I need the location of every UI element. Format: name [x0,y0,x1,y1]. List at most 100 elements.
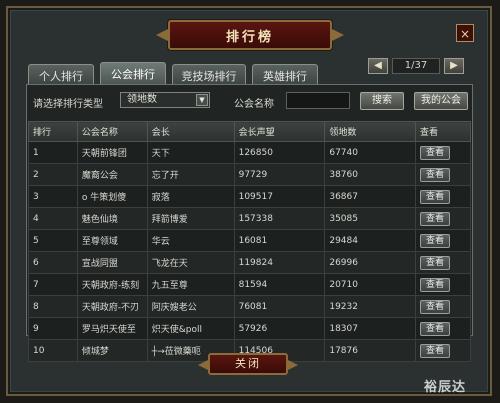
search-button[interactable]: 搜索 [360,92,404,110]
view-button[interactable]: 查看 [420,343,451,358]
cell-view: 查看 [415,317,471,340]
my-guild-button[interactable]: 我的公会 [414,92,468,110]
cell-guild-name: 天朝政府-练刻 [76,273,148,296]
view-button[interactable]: 查看 [420,299,451,314]
cell-guild-name: 魅色仙境 [76,207,148,230]
cell-prestige: 109517 [233,185,326,208]
cell-rank: 6 [28,251,78,274]
cell-prestige: 157338 [233,207,326,230]
rank-type-value: 领地数 [127,94,157,105]
view-button[interactable]: 查看 [420,189,451,204]
pager: ◀ 1/37 ▶ [368,58,466,76]
cell-land-count: 18307 [324,317,417,340]
guild-name-label: 公会名称 [234,99,274,110]
cell-guild-name: 魔裔公会 [76,163,148,186]
cell-guild-name: 天朝前锋团 [76,141,148,164]
cell-leader: 九五至尊 [146,273,235,296]
cell-prestige: 119824 [233,251,326,274]
header-rank: 排行 [28,121,78,142]
cell-view: 查看 [415,207,471,230]
view-button[interactable]: 查看 [420,277,451,292]
cell-rank: 7 [28,273,78,296]
cell-land-count: 26996 [324,251,417,274]
tab-label: 个人排行 [39,70,83,83]
tab-arena-ranking[interactable]: 竞技场排行 [172,64,246,84]
tab-label: 竞技场排行 [181,70,237,83]
cell-rank: 2 [28,163,78,186]
cell-land-count: 36867 [324,185,417,208]
cell-land-count: 17876 [324,339,417,362]
cell-prestige: 126850 [233,141,326,164]
tab-guild-ranking[interactable]: 公会排行 [100,62,166,84]
cell-view: 查看 [415,251,471,274]
view-button[interactable]: 查看 [420,233,451,248]
cell-view: 查看 [415,163,471,186]
table-row: 3 o 牛策划傻 寂落 109517 36867 查看 [28,185,471,208]
header-view: 查看 [415,121,471,142]
cell-prestige: 16081 [233,229,326,252]
guild-name-input[interactable] [286,92,350,109]
cell-land-count: 19232 [324,295,417,318]
cell-view: 查看 [415,339,471,362]
view-button[interactable]: 查看 [420,255,451,270]
table-row: 9 罗马炽天使至 炽天使&poll 57926 18307 查看 [28,317,471,340]
watermark: 裕辰达 [424,380,467,395]
cell-view: 查看 [415,295,471,318]
close-button-label: 关闭 [235,357,261,370]
cell-leader: 炽天使&poll [146,317,235,340]
cell-guild-name: 宣战同盟 [76,251,148,274]
cell-leader: 寂落 [146,185,235,208]
cell-guild-name: 倾城梦 [76,339,148,362]
cell-rank: 1 [28,141,78,164]
tab-personal-ranking[interactable]: 个人排行 [28,64,94,84]
cell-leader: 忘了开 [146,163,235,186]
tab-hero-ranking[interactable]: 英雄排行 [252,64,318,84]
header-land-count: 领地数 [324,121,417,142]
cell-prestige: 76081 [233,295,326,318]
cell-rank: 3 [28,185,78,208]
cell-land-count: 20710 [324,273,417,296]
table-header-row: 排行 公会名称 会长 会长声望 领地数 查看 [28,121,471,142]
cell-leader: 阿庆嫂老公 [146,295,235,318]
close-icon[interactable]: × [456,24,474,42]
cell-rank: 10 [28,339,78,362]
prev-page-icon[interactable]: ◀ [368,58,388,74]
cell-rank: 9 [28,317,78,340]
cell-leader: 飞龙在天 [146,251,235,274]
cell-rank: 4 [28,207,78,230]
header-leader-prestige: 会长声望 [233,121,326,142]
dropdown-arrow-icon[interactable]: ▼ [196,94,208,106]
cell-rank: 8 [28,295,78,318]
tab-label: 英雄排行 [263,70,307,83]
cell-land-count: 29484 [324,229,417,252]
next-page-icon[interactable]: ▶ [444,58,464,74]
table-row: 2 魔裔公会 忘了开 97729 38760 查看 [28,163,471,186]
window-title: 排行榜 [225,30,274,45]
type-label: 请选择排行类型 [33,99,103,110]
cell-view: 查看 [415,141,471,164]
rank-type-select[interactable]: 领地数 ▼ [120,92,210,108]
close-button[interactable]: 关闭 [198,353,298,375]
cell-leader: 拜箭博爱 [146,207,235,230]
cell-view: 查看 [415,273,471,296]
view-button[interactable]: 查看 [420,145,451,160]
table-row: 4 魅色仙境 拜箭博爱 157338 35085 查看 [28,207,471,230]
header-leader: 会长 [146,121,235,142]
cell-prestige: 81594 [233,273,326,296]
my-guild-button-label: 我的公会 [421,95,461,106]
cell-land-count: 67740 [324,141,417,164]
table-row: 7 天朝政府-练刻 九五至尊 81594 20710 查看 [28,273,471,296]
window-title-banner: 排行榜 [156,20,344,50]
view-button[interactable]: 查看 [420,321,451,336]
cell-leader: 天下 [146,141,235,164]
table-row: 6 宣战同盟 飞龙在天 119824 26996 查看 [28,251,471,274]
cell-guild-name: 至尊领域 [76,229,148,252]
cell-leader: 华云 [146,229,235,252]
cell-prestige: 57926 [233,317,326,340]
cell-guild-name: 天朝政府-不刃 [76,295,148,318]
cell-view: 查看 [415,229,471,252]
view-button[interactable]: 查看 [420,211,451,226]
tab-label: 公会排行 [111,68,155,81]
view-button[interactable]: 查看 [420,167,451,182]
table-row: 1 天朝前锋团 天下 126850 67740 查看 [28,141,471,164]
